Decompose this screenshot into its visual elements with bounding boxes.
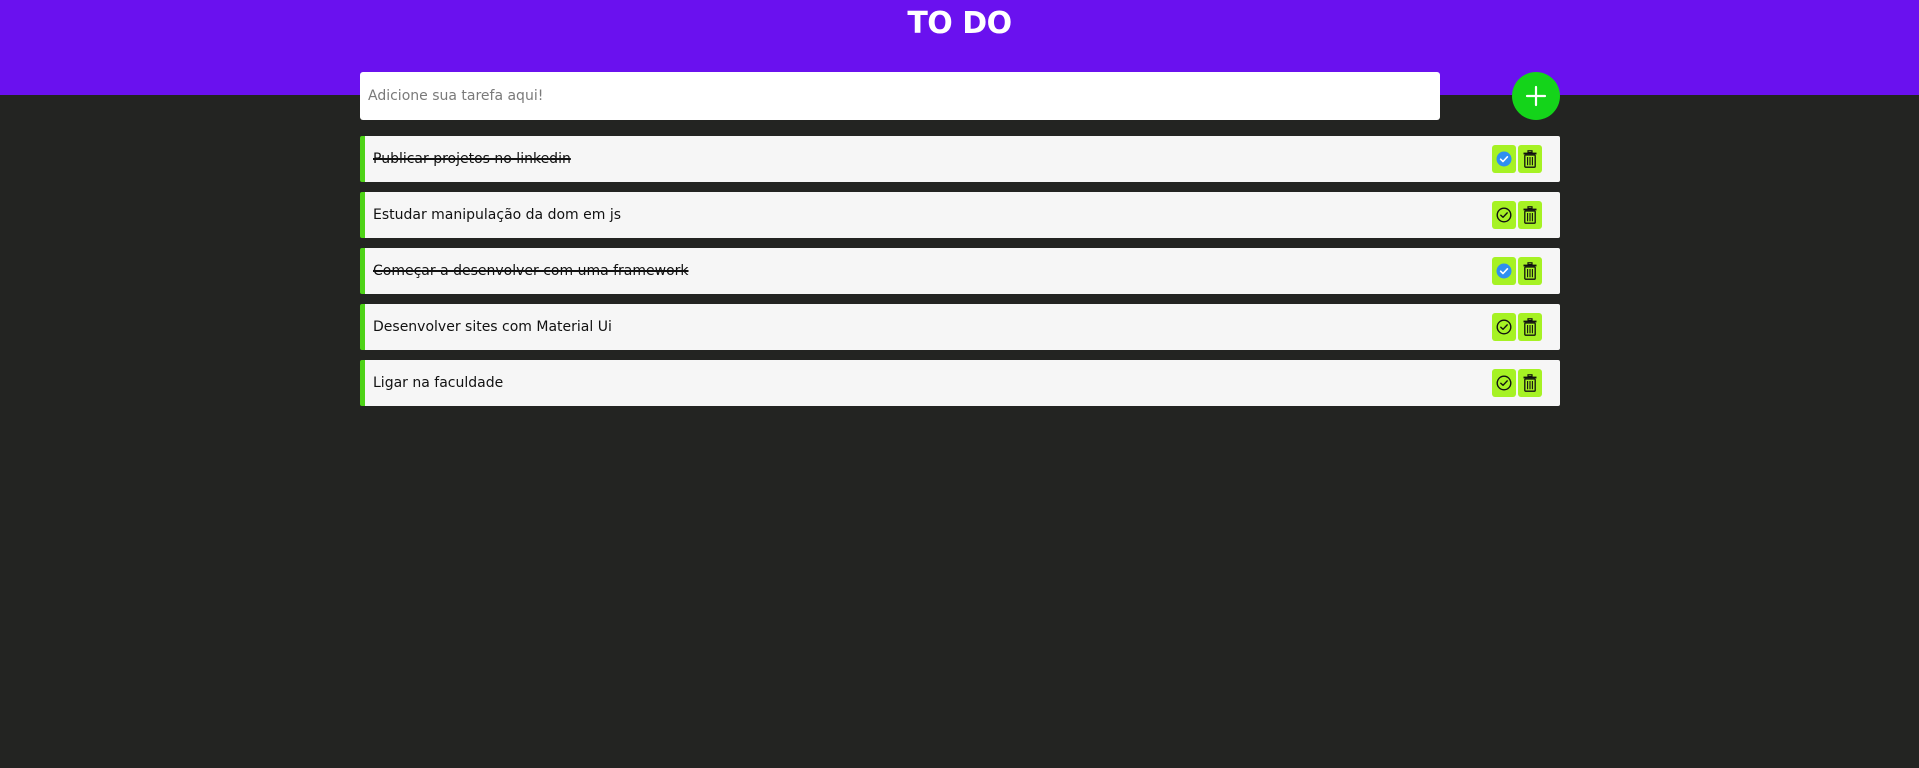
trash-icon xyxy=(1523,150,1537,168)
task-item: Desenvolver sites com Material Ui xyxy=(360,304,1560,350)
check-circle-filled-icon xyxy=(1496,151,1512,167)
add-task-button[interactable] xyxy=(1512,72,1560,120)
task-label: Desenvolver sites com Material Ui xyxy=(373,319,612,335)
task-item: Ligar na faculdade xyxy=(360,360,1560,406)
complete-task-button[interactable] xyxy=(1492,369,1516,397)
trash-icon xyxy=(1523,206,1537,224)
delete-task-button[interactable] xyxy=(1518,369,1542,397)
check-circle-filled-icon xyxy=(1496,263,1512,279)
plus-icon xyxy=(1525,85,1547,107)
complete-task-button[interactable] xyxy=(1492,145,1516,173)
delete-task-button[interactable] xyxy=(1518,145,1542,173)
page-title: TO DO xyxy=(907,6,1012,41)
task-label: Começar a desenvolver com uma framework xyxy=(373,263,689,279)
delete-task-button[interactable] xyxy=(1518,201,1542,229)
task-input[interactable] xyxy=(360,72,1440,120)
complete-task-button[interactable] xyxy=(1492,257,1516,285)
task-item: Começar a desenvolver com uma framework xyxy=(360,248,1560,294)
trash-icon xyxy=(1523,318,1537,336)
trash-icon xyxy=(1523,374,1537,392)
delete-task-button[interactable] xyxy=(1518,313,1542,341)
task-item: Publicar projetos no linkedin xyxy=(360,136,1560,182)
task-input-container xyxy=(360,72,1440,120)
delete-task-button[interactable] xyxy=(1518,257,1542,285)
check-circle-icon xyxy=(1496,207,1512,223)
check-circle-icon xyxy=(1496,375,1512,391)
complete-task-button[interactable] xyxy=(1492,201,1516,229)
task-label: Estudar manipulação da dom em js xyxy=(373,207,622,223)
task-label: Ligar na faculdade xyxy=(373,375,504,391)
trash-icon xyxy=(1523,262,1537,280)
complete-task-button[interactable] xyxy=(1492,313,1516,341)
task-label: Publicar projetos no linkedin xyxy=(373,151,571,167)
task-list: Publicar projetos no linkedin Estudar man… xyxy=(360,136,1560,416)
task-item: Estudar manipulação da dom em js xyxy=(360,192,1560,238)
check-circle-icon xyxy=(1496,319,1512,335)
